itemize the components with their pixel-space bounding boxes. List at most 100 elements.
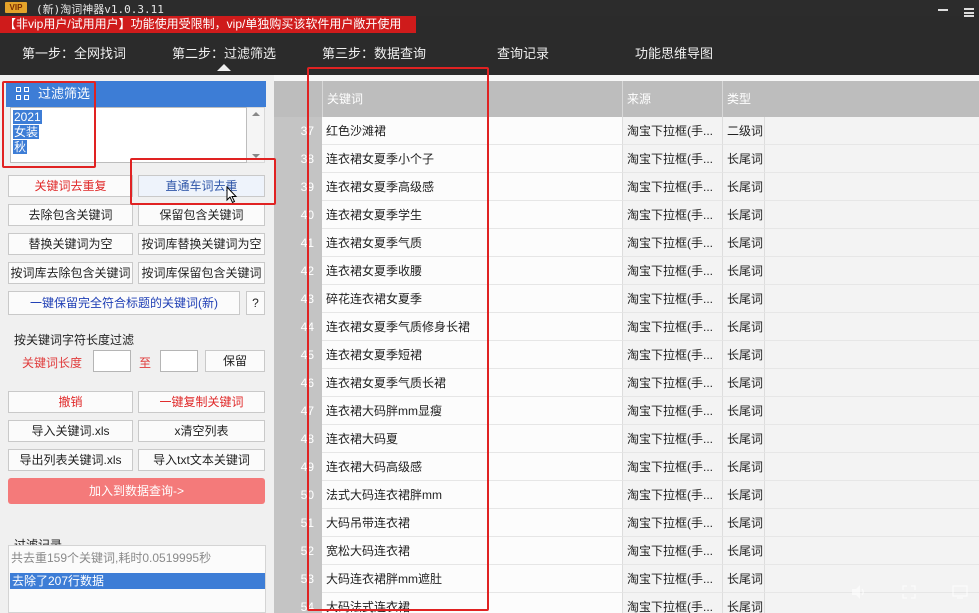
cell-keyword: 连衣裙女夏季学生	[322, 201, 622, 229]
scroll-up-icon[interactable]	[252, 112, 260, 116]
table-row[interactable]: 52 宽松大码连衣裙 淘宝下拉框(手... 长尾词	[274, 537, 979, 565]
screen-icon[interactable]	[952, 585, 968, 599]
row-number: 43	[274, 285, 322, 313]
filter-keyword: 秋	[13, 140, 28, 154]
column-header-keyword[interactable]: 关键词	[322, 81, 622, 117]
keep-contains-button[interactable]: 保留包含关键词	[138, 204, 265, 226]
cell-source: 淘宝下拉框(手...	[622, 481, 722, 509]
table-row[interactable]: 51 大码吊带连衣裙 淘宝下拉框(手... 长尾词	[274, 509, 979, 537]
column-header-source[interactable]: 来源	[622, 81, 722, 117]
table-row[interactable]: 53 大码连衣裙胖mm遮肚 淘宝下拉框(手... 长尾词	[274, 565, 979, 593]
scroll-down-icon[interactable]	[252, 154, 260, 158]
textarea-scrollbar[interactable]	[247, 107, 265, 163]
undo-button[interactable]: 撤销	[8, 391, 133, 413]
tab-step2-filter[interactable]: 第二步：过滤筛选	[172, 43, 276, 62]
cell-empty	[764, 229, 979, 257]
row-number: 54	[274, 593, 322, 613]
length-to-label: 至	[139, 356, 152, 370]
row-number: 46	[274, 369, 322, 397]
cell-empty	[764, 481, 979, 509]
tab-query-history[interactable]: 查询记录	[497, 43, 549, 62]
cell-source: 淘宝下拉框(手...	[622, 229, 722, 257]
cell-keyword: 连衣裙女夏季小个子	[322, 145, 622, 173]
remove-contains-button[interactable]: 去除包含关键词	[8, 204, 133, 226]
import-xls-button[interactable]: 导入关键词.xls	[8, 420, 133, 442]
row-number: 47	[274, 397, 322, 425]
cell-type: 长尾词	[722, 593, 764, 613]
column-header-type[interactable]: 类型	[722, 81, 979, 117]
add-to-query-button[interactable]: 加入到数据查询->	[8, 478, 265, 504]
cell-keyword: 红色沙滩裙	[322, 117, 622, 145]
keep-title-match-button[interactable]: 一键保留完全符合标题的关键词(新)	[8, 291, 240, 315]
filter-log[interactable]: 共去重159个关键词,耗时0.0519995秒 去除了207行数据	[8, 545, 266, 613]
dedupe-keywords-button[interactable]: 关键词去重复	[8, 175, 133, 197]
cell-type: 长尾词	[722, 453, 764, 481]
tab-step3-query[interactable]: 第三步：数据查询	[322, 43, 426, 62]
table-row[interactable]: 44 连衣裙女夏季气质修身长裙 淘宝下拉框(手... 长尾词	[274, 313, 979, 341]
cell-empty	[764, 117, 979, 145]
clear-list-button[interactable]: x清空列表	[138, 420, 265, 442]
cell-empty	[764, 425, 979, 453]
cell-empty	[764, 173, 979, 201]
table-row[interactable]: 49 连衣裙大码高级感 淘宝下拉框(手... 长尾词	[274, 453, 979, 481]
fullscreen-icon[interactable]	[902, 585, 916, 599]
help-button[interactable]: ?	[246, 291, 265, 315]
table-row[interactable]: 45 连衣裙女夏季短裙 淘宝下拉框(手... 长尾词	[274, 341, 979, 369]
row-number: 53	[274, 565, 322, 593]
menu-icon[interactable]	[964, 8, 974, 17]
table-header: 关键词 来源 类型	[274, 81, 979, 117]
table-row[interactable]: 46 连衣裙女夏季气质长裙 淘宝下拉框(手... 长尾词	[274, 369, 979, 397]
cell-type: 长尾词	[722, 201, 764, 229]
lib-replace-empty-button[interactable]: 按词库替换关键词为空	[138, 233, 265, 255]
table-row[interactable]: 43 碎花连衣裙女夏季 淘宝下拉框(手... 长尾词	[274, 285, 979, 313]
length-min-input[interactable]	[93, 350, 131, 372]
cell-source: 淘宝下拉框(手...	[622, 397, 722, 425]
cell-empty	[764, 537, 979, 565]
minimize-icon[interactable]	[938, 9, 948, 11]
cell-source: 淘宝下拉框(手...	[622, 453, 722, 481]
export-xls-button[interactable]: 导出列表关键词.xls	[8, 449, 133, 471]
grid-icon	[16, 87, 30, 101]
cell-keyword: 连衣裙大码高级感	[322, 453, 622, 481]
table-row[interactable]: 54 大码法式连衣裙 淘宝下拉框(手... 长尾词	[274, 593, 979, 613]
replace-empty-button[interactable]: 替换关键词为空	[8, 233, 133, 255]
ztc-dedupe-button[interactable]: 直通车词去重	[138, 175, 265, 197]
cell-source: 淘宝下拉框(手...	[622, 117, 722, 145]
keep-length-button[interactable]: 保留	[205, 350, 265, 372]
cell-source: 淘宝下拉框(手...	[622, 313, 722, 341]
filter-keyword-textarea[interactable]: 2021 女装 秋	[10, 107, 247, 163]
import-txt-button[interactable]: 导入txt文本关键词	[138, 449, 265, 471]
tab-mindmap[interactable]: 功能思维导图	[635, 43, 713, 62]
tab-step1-search[interactable]: 第一步：全网找词	[22, 43, 126, 62]
row-number: 48	[274, 425, 322, 453]
table-row[interactable]: 42 连衣裙女夏季收腰 淘宝下拉框(手... 长尾词	[274, 257, 979, 285]
volume-icon[interactable]	[850, 584, 868, 600]
table-row[interactable]: 40 连衣裙女夏季学生 淘宝下拉框(手... 长尾词	[274, 201, 979, 229]
cell-empty	[764, 145, 979, 173]
table-row[interactable]: 39 连衣裙女夏季高级感 淘宝下拉框(手... 长尾词	[274, 173, 979, 201]
cell-type: 长尾词	[722, 145, 764, 173]
filter-keyword: 2021	[13, 110, 42, 124]
lib-remove-contains-button[interactable]: 按词库去除包含关键词	[8, 262, 133, 284]
cell-type: 长尾词	[722, 481, 764, 509]
cell-empty	[764, 201, 979, 229]
table-row[interactable]: 48 连衣裙大码夏 淘宝下拉框(手... 长尾词	[274, 425, 979, 453]
cell-type: 长尾词	[722, 369, 764, 397]
cell-source: 淘宝下拉框(手...	[622, 369, 722, 397]
lib-keep-contains-button[interactable]: 按词库保留包含关键词	[138, 262, 265, 284]
cell-keyword: 连衣裙大码胖mm显瘦	[322, 397, 622, 425]
copy-all-keywords-button[interactable]: 一键复制关键词	[138, 391, 265, 413]
cell-source: 淘宝下拉框(手...	[622, 509, 722, 537]
cell-type: 长尾词	[722, 425, 764, 453]
table-row[interactable]: 50 法式大码连衣裙胖mm 淘宝下拉框(手... 长尾词	[274, 481, 979, 509]
length-label: 关键词长度	[22, 356, 83, 370]
length-max-input[interactable]	[160, 350, 198, 372]
cell-source: 淘宝下拉框(手...	[622, 285, 722, 313]
table-row[interactable]: 47 连衣裙大码胖mm显瘦 淘宝下拉框(手... 长尾词	[274, 397, 979, 425]
window-title: (新)淘词神器v1.0.3.11	[36, 3, 164, 16]
table-row[interactable]: 38 连衣裙女夏季小个子 淘宝下拉框(手... 长尾词	[274, 145, 979, 173]
log-line: 共去重159个关键词,耗时0.0519995秒	[11, 551, 212, 565]
table-row[interactable]: 41 连衣裙女夏季气质 淘宝下拉框(手... 长尾词	[274, 229, 979, 257]
table-row[interactable]: 37 红色沙滩裙 淘宝下拉框(手... 二级词	[274, 117, 979, 145]
cell-empty	[764, 397, 979, 425]
